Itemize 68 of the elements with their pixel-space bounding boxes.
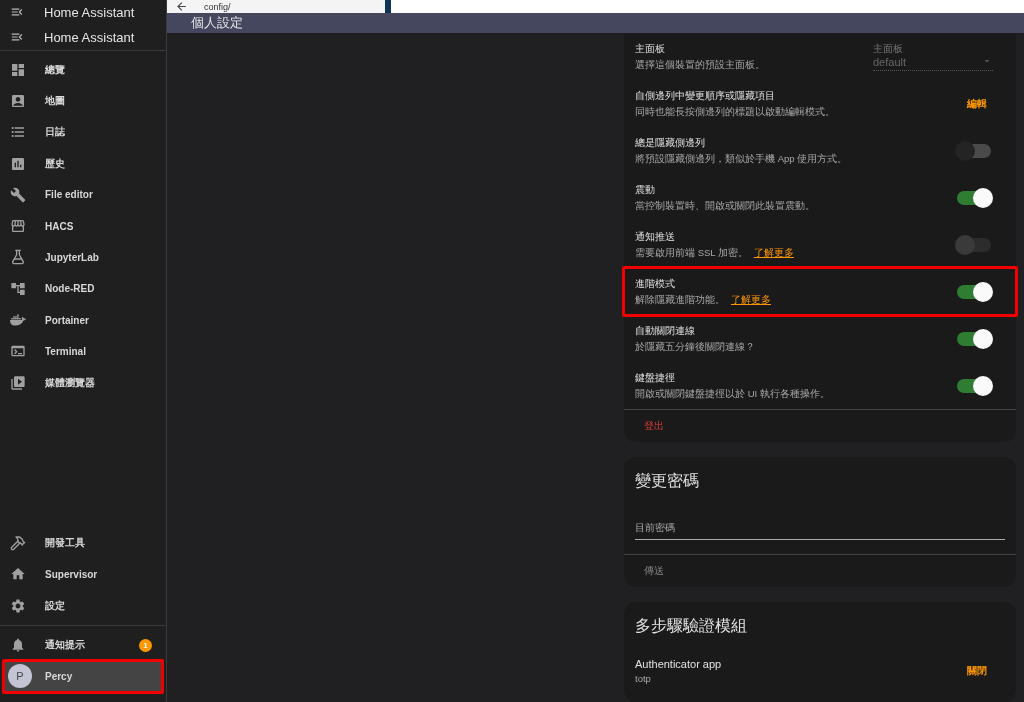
disable-button[interactable]: 關閉 bbox=[963, 661, 991, 680]
toggle-switch[interactable] bbox=[957, 143, 991, 158]
play-library-icon bbox=[10, 374, 26, 391]
wrench-icon bbox=[10, 186, 26, 203]
dashboard-icon bbox=[10, 61, 26, 78]
person-card-icon bbox=[10, 92, 26, 109]
page-title: 個人設定 bbox=[191, 14, 243, 33]
hammer-icon bbox=[10, 535, 26, 552]
setting-description: 於隱藏五分鐘後關閉連線？ bbox=[635, 340, 755, 354]
sidebar-item[interactable]: 總覽 bbox=[0, 54, 166, 86]
sidebar-item[interactable]: File editor bbox=[0, 179, 166, 211]
setting-description: 同時也能長按側邊列的標題以啟動編輯模式。 bbox=[635, 105, 835, 119]
card-title: 多步驟驗證模組 bbox=[634, 616, 748, 636]
module-name: Authenticator app bbox=[635, 657, 722, 670]
notification-count: 1 bbox=[139, 638, 152, 652]
address-bar[interactable]: config/ bbox=[167, 0, 385, 14]
logout-button[interactable]: 登出 bbox=[624, 410, 684, 442]
flask-icon bbox=[10, 249, 26, 266]
card-title: 變更密碼 bbox=[634, 471, 700, 491]
toggle-switch[interactable] bbox=[957, 190, 991, 205]
setting-title: 自動關閉連線 bbox=[635, 323, 696, 338]
hierarchy-icon bbox=[10, 280, 26, 297]
setting-title: 主面板 bbox=[635, 41, 666, 56]
dashboard-select[interactable]: 主面板 default bbox=[873, 42, 993, 71]
app-title: Home Assistant bbox=[44, 4, 135, 20]
module-id: totp bbox=[635, 672, 651, 684]
setting-title: 進階模式 bbox=[635, 276, 676, 291]
sidebar-item[interactable]: HACS bbox=[0, 210, 166, 242]
sidebar-item[interactable]: Node-RED bbox=[0, 273, 166, 305]
sidebar-item[interactable]: 開發工具 bbox=[0, 527, 166, 559]
sidebar-item[interactable]: 歷史 bbox=[0, 147, 166, 180]
address-text: config/ bbox=[204, 1, 231, 12]
sidebar-item[interactable]: 設定 bbox=[0, 590, 166, 622]
setting-title: 自側邊列中變更順序或隱藏項目 bbox=[635, 88, 776, 103]
edit-button[interactable]: 編輯 bbox=[963, 94, 991, 113]
setting-title: 通知推送 bbox=[635, 229, 676, 244]
bell-icon bbox=[10, 637, 26, 654]
whale-icon bbox=[10, 312, 26, 328]
toggle-switch[interactable] bbox=[957, 378, 991, 393]
setting-description: 當控制裝置時、開啟或關閉此裝置震動。 bbox=[635, 199, 815, 213]
setting-description: 需要啟用前端 SSL 加密。 bbox=[635, 246, 748, 260]
learn-more-link[interactable]: 了解更多 bbox=[731, 293, 771, 307]
sidebar-item[interactable]: 日誌 bbox=[0, 116, 166, 148]
setting-description: 將預設隱藏側邊列，類似於手機 App 使用方式。 bbox=[635, 152, 848, 166]
toggle-switch[interactable] bbox=[957, 284, 991, 299]
sidebar-item[interactable]: 地圖 bbox=[0, 85, 166, 117]
toggle-switch[interactable] bbox=[957, 331, 991, 346]
bar-chart-icon bbox=[10, 155, 26, 172]
sidebar-item[interactable]: Portainer bbox=[0, 304, 166, 336]
settings-icon bbox=[10, 597, 26, 614]
avatar: P bbox=[8, 664, 32, 689]
back-icon[interactable] bbox=[175, 0, 188, 14]
setting-description: 解除隱藏進階功能。 bbox=[635, 293, 725, 307]
setting-title: 鍵盤捷徑 bbox=[635, 370, 676, 385]
user-item[interactable]: P Percy bbox=[4, 660, 162, 692]
sidebar-item[interactable]: Supervisor bbox=[0, 558, 166, 591]
window-edge bbox=[385, 0, 391, 14]
setting-description: 選擇這個裝置的預設主面板。 bbox=[635, 58, 765, 72]
sidebar-item[interactable]: Terminal bbox=[0, 335, 166, 367]
setting-title: 震動 bbox=[635, 182, 656, 197]
sidebar-item[interactable]: 媒體瀏覽器 bbox=[0, 366, 166, 399]
password-field[interactable]: 目前密碼 bbox=[635, 518, 1005, 540]
storefront-icon bbox=[10, 218, 26, 235]
setting-title: 總是隱藏側邊列 bbox=[635, 135, 706, 150]
app-title: Home Assistant bbox=[44, 29, 135, 45]
setting-description: 開啟或關閉鍵盤捷徑以於 UI 執行各種操作。 bbox=[635, 387, 830, 401]
notifications-item[interactable]: 通知提示 1 bbox=[0, 629, 166, 661]
sidebar-item[interactable]: JupyterLab bbox=[0, 241, 166, 274]
